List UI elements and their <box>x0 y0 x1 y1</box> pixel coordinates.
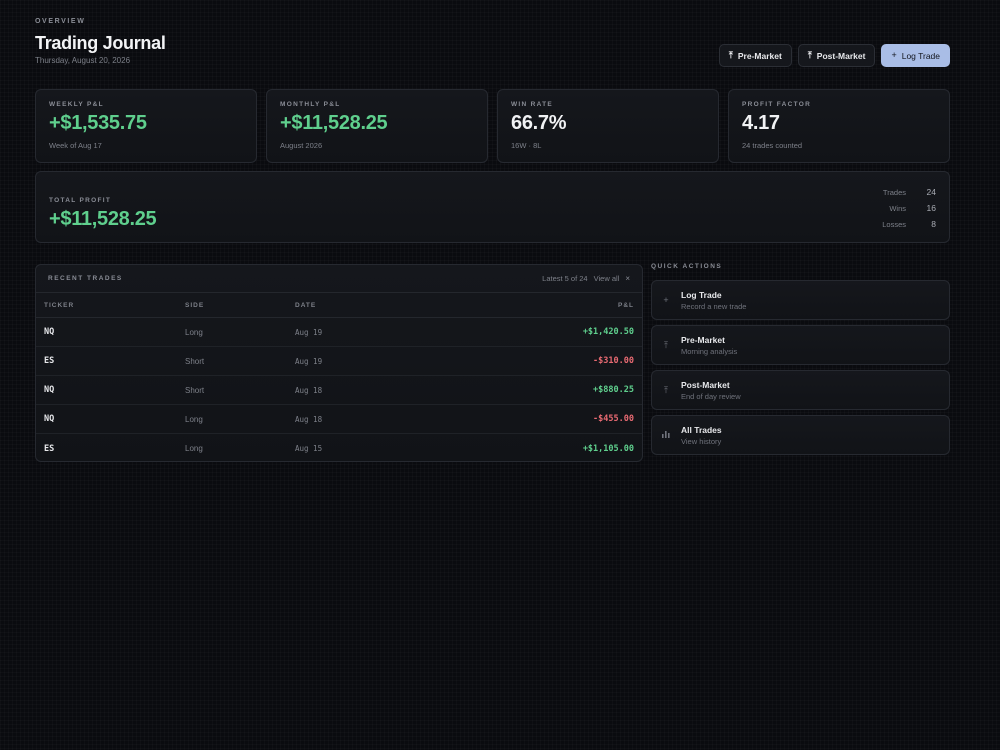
stat-sub: 16W · 8L <box>511 141 542 150</box>
table-header: TICKER SIDE DATE P&L <box>36 293 642 318</box>
view-all-link[interactable]: View all <box>594 274 620 283</box>
quick-action-sub: View history <box>681 436 722 446</box>
cell-ticker: NQ <box>44 414 55 424</box>
monthly-pnl-card: MONTHLY P&L +$11,528.25 August 2026 <box>266 89 488 163</box>
cell-side: Short <box>185 356 205 366</box>
total-profit-label: TOTAL PROFIT <box>49 197 112 204</box>
summary-label: Wins <box>889 203 906 213</box>
cell-ticker: ES <box>44 356 55 366</box>
cell-side: Short <box>185 385 205 395</box>
cell-pnl: +$880.25 <box>593 385 634 395</box>
stat-sub: Week of Aug 17 <box>49 141 102 150</box>
summary-label: Losses <box>882 219 906 229</box>
stat-sub: 24 trades counted <box>742 141 803 150</box>
upload-icon: ⤒ <box>728 50 733 60</box>
plus-icon: + <box>891 50 897 60</box>
header-actions: ⤒ Pre-Market ⤒ Post-Market + Log Trade <box>718 44 950 67</box>
upload-icon: ⤒ <box>807 50 812 60</box>
page-title: Trading Journal <box>35 33 166 53</box>
stat-label: PROFIT FACTOR <box>742 101 812 108</box>
recent-trades-meta: Latest 5 of 24 View all × <box>542 274 630 283</box>
cell-side: Long <box>185 414 203 424</box>
recent-trades-count: Latest 5 of 24 <box>542 274 588 283</box>
cell-ticker: NQ <box>44 327 55 337</box>
cell-date: Aug 18 <box>295 385 323 395</box>
col-side: SIDE <box>185 301 205 309</box>
col-pnl: P&L <box>618 301 634 309</box>
upload-icon: ⤒ <box>664 384 668 395</box>
summary-value: 24 <box>926 187 936 197</box>
cell-ticker: NQ <box>44 385 55 395</box>
total-profit-value: +$11,528.25 <box>49 208 157 230</box>
summary-value: 16 <box>926 203 936 213</box>
quick-action-title: All Trades <box>681 424 722 435</box>
recent-trades-panel: RECENT TRADES Latest 5 of 24 View all × … <box>35 264 643 462</box>
cell-ticker: ES <box>44 443 55 454</box>
stat-label: MONTHLY P&L <box>280 101 341 108</box>
stat-value: +$1,535.75 <box>49 112 147 134</box>
profit-factor-card: PROFIT FACTOR 4.17 24 trades counted <box>728 89 950 163</box>
table-row[interactable]: ES Short Aug 19 -$310.00 <box>36 347 642 376</box>
recent-trades-header: RECENT TRADES Latest 5 of 24 View all × <box>36 265 642 293</box>
summary-trades: Trades 24 <box>846 184 936 200</box>
cell-pnl: +$1,105.00 <box>582 443 634 454</box>
cell-side: Long <box>185 327 203 337</box>
stat-sub: August 2026 <box>280 141 323 150</box>
stat-value: 66.7% <box>511 112 567 134</box>
log-trade-button-label: Log Trade <box>901 50 940 61</box>
cell-date: Aug 15 <box>295 444 323 453</box>
win-rate-card: WIN RATE 66.7% 16W · 8L <box>497 89 719 163</box>
pre-market-button[interactable]: ⤒ Pre-Market <box>718 44 792 67</box>
plus-icon: + <box>663 295 669 305</box>
summary-wins: Wins 16 <box>846 200 936 216</box>
cell-pnl: +$1,420.50 <box>582 327 634 337</box>
quick-action-log-trade[interactable]: + Log Trade Record a new trade <box>651 280 950 320</box>
total-profit-card: TOTAL PROFIT +$11,528.25 Trades 24 Wins … <box>35 171 950 243</box>
pre-market-button-label: Pre-Market <box>737 50 782 61</box>
cell-date: Aug 18 <box>295 414 323 424</box>
page-date: Thursday, August 20, 2026 <box>35 56 131 65</box>
quick-action-title: Log Trade <box>681 289 722 300</box>
quick-action-sub: End of day review <box>681 391 741 401</box>
recent-trades-title: RECENT TRADES <box>48 275 123 282</box>
table-row[interactable]: NQ Short Aug 18 +$880.25 <box>36 376 642 405</box>
upload-icon: ⤒ <box>664 339 668 350</box>
stat-cards: WEEKLY P&L +$1,535.75 Week of Aug 17 MON… <box>35 89 950 163</box>
quick-actions-list: + Log Trade Record a new trade ⤒ Pre-Mar… <box>651 280 950 455</box>
quick-action-sub: Record a new trade <box>681 301 747 311</box>
col-date: DATE <box>295 301 317 309</box>
summary-label: Trades <box>882 187 906 197</box>
post-market-button-label: Post-Market <box>816 50 866 61</box>
post-market-button[interactable]: ⤒ Post-Market <box>797 44 876 67</box>
stat-value: +$11,528.25 <box>280 112 388 134</box>
cell-pnl: -$310.00 <box>593 356 634 366</box>
quick-action-all-trades[interactable]: All Trades View history <box>651 415 950 455</box>
stat-label: WEEKLY P&L <box>49 101 104 108</box>
total-summary: Trades 24 Wins 16 Losses 8 <box>846 184 936 232</box>
quick-action-title: Post-Market <box>681 379 730 390</box>
page-eyebrow: OVERVIEW <box>35 18 86 25</box>
summary-losses: Losses 8 <box>846 216 936 232</box>
quick-action-sub: Morning analysis <box>681 346 738 356</box>
cell-pnl: -$455.00 <box>593 414 634 424</box>
close-icon[interactable]: × <box>625 274 630 283</box>
table-row[interactable]: NQ Long Aug 18 -$455.00 <box>36 405 642 434</box>
weekly-pnl-card: WEEKLY P&L +$1,535.75 Week of Aug 17 <box>35 89 257 163</box>
quick-action-post-market[interactable]: ⤒ Post-Market End of day review <box>651 370 950 410</box>
cell-date: Aug 19 <box>295 327 323 337</box>
stat-value: 4.17 <box>742 112 780 134</box>
quick-action-pre-market[interactable]: ⤒ Pre-Market Morning analysis <box>651 325 950 365</box>
cell-date: Aug 19 <box>295 356 323 366</box>
table-row[interactable]: NQ Long Aug 19 +$1,420.50 <box>36 318 642 347</box>
col-ticker: TICKER <box>44 301 75 309</box>
quick-actions-title: QUICK ACTIONS <box>651 263 723 270</box>
bar-chart-icon <box>661 430 671 440</box>
table-row[interactable]: ES Long Aug 15 +$1,105.00 <box>36 434 642 461</box>
log-trade-button[interactable]: + Log Trade <box>881 44 950 67</box>
cell-side: Long <box>185 444 203 453</box>
summary-value: 8 <box>931 219 936 229</box>
stat-label: WIN RATE <box>511 101 554 108</box>
quick-action-title: Pre-Market <box>681 334 725 345</box>
